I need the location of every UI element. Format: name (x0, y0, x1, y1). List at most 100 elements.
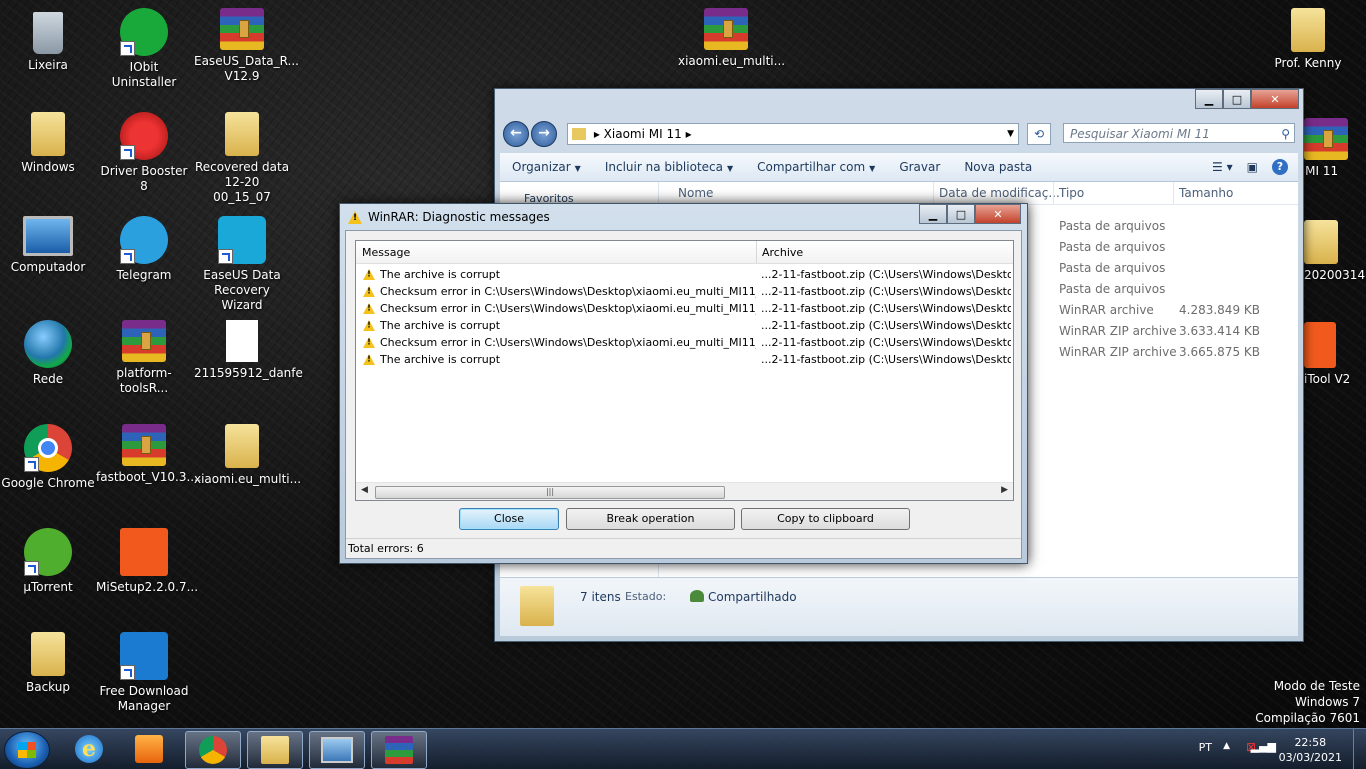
warning-icon (363, 336, 375, 349)
desktop-icon-backup[interactable]: Backup (0, 632, 96, 695)
view-options-icon[interactable]: ☰ ▾ (1212, 160, 1233, 174)
taskbar-explorer[interactable] (247, 731, 303, 769)
desktop-icon-recovered-data[interactable]: Recovered data 12-20 00_15_07 (194, 112, 290, 205)
clock[interactable]: 22:58 03/03/2021 (1279, 735, 1342, 765)
taskbar-remote-desktop[interactable] (309, 731, 365, 769)
desktop-icon-prof-kenny[interactable]: Prof. Kenny (1260, 8, 1356, 71)
folder-icon (225, 424, 259, 468)
scroll-left-icon[interactable]: ◀ (361, 485, 368, 495)
state-value: Compartilhado (690, 590, 797, 604)
shortcut-arrow-icon (24, 457, 39, 472)
show-desktop-button[interactable] (1353, 729, 1366, 769)
desktop-icon-partial-20200314[interactable]: 20200314 (1304, 220, 1365, 283)
minimize-button[interactable]: ▁ (919, 204, 947, 224)
close-window-button[interactable]: ✕ (975, 204, 1021, 224)
help-icon[interactable]: ? (1272, 159, 1288, 175)
desktop-icon-misetup[interactable]: MiSetup2.2.0.7... (96, 528, 198, 595)
preview-pane-icon[interactable]: ▣ (1247, 160, 1258, 174)
column-header-date[interactable]: Data de modificaç... (939, 186, 1060, 200)
desktop-icon-partial-itool[interactable]: iTool V2 (1304, 322, 1360, 387)
desktop-icon-free-download-manager[interactable]: Free Download Manager (96, 632, 192, 714)
dialog-title-bar: WinRAR: Diagnostic messages (348, 210, 550, 224)
list-item[interactable]: Checksum error in C:\Users\Windows\Deskt… (356, 283, 1013, 300)
include-in-library-menu[interactable]: Incluir na biblioteca ▼ (593, 160, 745, 174)
search-icon: ⚲ (1281, 127, 1290, 141)
folder-icon (1304, 220, 1338, 264)
desktop-icon-telegram[interactable]: Telegram (96, 216, 192, 283)
close-button[interactable]: ✕ (1251, 89, 1299, 109)
column-separator (933, 182, 934, 204)
desktop-icon-recycle-bin[interactable]: Lixeira (0, 8, 96, 73)
winrar-archive-icon (1304, 118, 1348, 160)
desktop-icon-partial-mi11[interactable]: i MI 11 (1298, 118, 1358, 179)
organize-menu[interactable]: Organizar ▼ (500, 160, 593, 174)
desktop-icon-easeus-wizard[interactable]: EaseUS Data Recovery Wizard (194, 216, 290, 313)
desktop-icon-windows[interactable]: Windows (0, 112, 96, 175)
list-item[interactable]: The archive is corrupt ...2-11-fastboot.… (356, 317, 1013, 334)
list-item[interactable]: Checksum error in C:\Users\Windows\Deskt… (356, 300, 1013, 317)
document-icon (226, 320, 258, 362)
desktop-icon-rede[interactable]: Rede (0, 320, 96, 387)
test-mode-watermark: Modo de Teste Windows 7 Compilação 7601 (1255, 679, 1360, 725)
start-button[interactable] (4, 731, 50, 769)
close-button[interactable]: Close (459, 508, 559, 530)
column-header-type[interactable]: Tipo (1059, 186, 1084, 200)
list-item[interactable]: The archive is corrupt ...2-11-fastboot.… (356, 351, 1013, 368)
chrome-icon (199, 736, 227, 764)
shortcut-arrow-icon (120, 41, 135, 56)
search-input[interactable]: Pesquisar Xiaomi MI 11 ⚲ (1063, 123, 1295, 143)
breadcrumb-item[interactable]: Xiaomi MI 11 (604, 127, 682, 141)
column-header-name[interactable]: Nome (678, 186, 713, 200)
minimize-button[interactable]: ▁ (1195, 89, 1223, 109)
list-item[interactable]: Checksum error in C:\Users\Windows\Deskt… (356, 334, 1013, 351)
column-header-archive[interactable]: Archive (762, 246, 803, 259)
scroll-right-icon[interactable]: ▶ (1001, 485, 1008, 495)
chevron-down-icon: ▼ (726, 164, 734, 173)
window-controls: ▁ □ ✕ (1195, 89, 1299, 109)
desktop-icon-xiaomi-folder[interactable]: xiaomi.eu_multi... (194, 424, 301, 487)
forward-button[interactable]: → (531, 121, 557, 147)
language-indicator[interactable]: PT (1199, 741, 1212, 754)
desktop-icon-easeus-archive[interactable]: EaseUS_Data_R... V12.9 (194, 8, 299, 84)
chevron-down-icon: ▼ (574, 164, 581, 173)
burn-button[interactable]: Gravar (887, 160, 952, 174)
desktop-icon-fastboot[interactable]: fastboot_V10.3.... (96, 424, 202, 485)
taskbar-media-player[interactable] (122, 731, 176, 767)
show-hidden-icons-icon[interactable]: ▲ (1223, 741, 1230, 751)
date: 03/03/2021 (1278, 751, 1342, 764)
desktop-icon-xiaomi-archive[interactable]: xiaomi.eu_multi... (678, 8, 785, 69)
folder-icon (572, 128, 586, 140)
desktop-icon-danfe[interactable]: 211595912_danfe (194, 320, 303, 381)
scrollbar-thumb[interactable]: ||| (375, 486, 725, 499)
copy-to-clipboard-button[interactable]: Copy to clipboard (741, 508, 910, 530)
warning-icon (363, 285, 375, 298)
taskbar-internet-explorer[interactable]: e (62, 731, 116, 767)
maximize-button[interactable]: □ (947, 204, 975, 224)
taskbar-chrome[interactable] (185, 731, 241, 769)
desktop-icon-google-chrome[interactable]: Google Chrome (0, 424, 96, 491)
horizontal-scrollbar[interactable]: ◀ ||| ▶ (356, 482, 1013, 500)
desktop-icon-utorrent[interactable]: µTorrent (0, 528, 96, 595)
maximize-button[interactable]: □ (1223, 89, 1251, 109)
back-button[interactable]: ← (503, 121, 529, 147)
taskbar-winrar[interactable] (371, 731, 427, 769)
details-pane: 7 itens Estado: Compartilhado (500, 578, 1298, 636)
chevron-down-icon[interactable]: ▼ (1007, 124, 1014, 144)
column-header-size[interactable]: Tamanho (1179, 186, 1233, 200)
desktop-icon-platform-tools[interactable]: platform-toolsR... (96, 320, 192, 396)
messages-list[interactable]: Message Archive The archive is corrupt .… (355, 240, 1014, 501)
desktop-icon-computador[interactable]: Computador (0, 216, 96, 275)
state-label: Estado: (625, 590, 667, 603)
new-folder-button[interactable]: Nova pasta (952, 160, 1044, 174)
desktop-icon-iobit-uninstaller[interactable]: IObit Uninstaller (96, 8, 192, 90)
break-operation-button[interactable]: Break operation (566, 508, 735, 530)
address-bar[interactable]: ▸ Xiaomi MI 11 ▸ ▼ (567, 123, 1019, 145)
list-item[interactable]: The archive is corrupt ...2-11-fastboot.… (356, 266, 1013, 283)
refresh-button[interactable]: ⟲ (1027, 123, 1051, 145)
column-header-message[interactable]: Message (362, 246, 410, 259)
column-separator (1053, 182, 1054, 204)
signal-icon[interactable]: ▂▄▆ (1251, 740, 1276, 753)
shortcut-arrow-icon (218, 249, 233, 264)
desktop-icon-driver-booster[interactable]: Driver Booster 8 (96, 112, 192, 194)
share-with-menu[interactable]: Compartilhar com ▼ (745, 160, 887, 174)
